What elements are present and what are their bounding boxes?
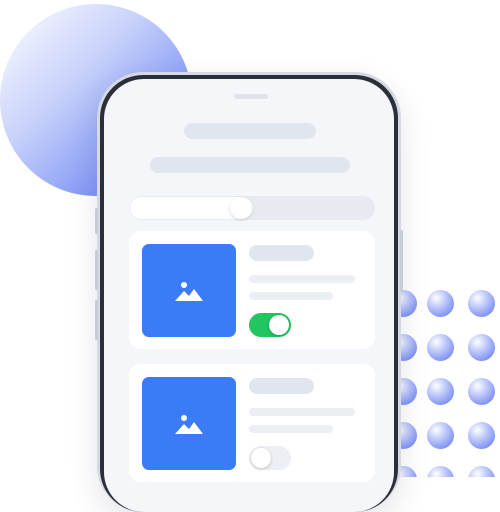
- decorative-dot: [427, 290, 454, 317]
- phone-volume-down-button: [95, 300, 98, 340]
- card-title-placeholder: [249, 245, 314, 261]
- card-toggle-switch[interactable]: [249, 313, 291, 337]
- phone-bezel: [100, 75, 398, 512]
- phone-speaker: [234, 94, 268, 99]
- phone-power-button: [400, 230, 403, 292]
- decorative-dot: [427, 422, 454, 449]
- decorative-dot: [468, 466, 495, 477]
- card-text-line-placeholder: [249, 292, 333, 300]
- phone-mockup: [95, 72, 403, 512]
- list-card[interactable]: [129, 364, 375, 482]
- page-subtitle-placeholder: [150, 157, 350, 173]
- decorative-dot: [427, 334, 454, 361]
- image-placeholder-icon: [175, 414, 203, 434]
- phone-screen: [104, 79, 394, 512]
- card-image: [142, 244, 236, 337]
- phone-volume-up-button: [95, 250, 98, 290]
- toggle-knob: [269, 315, 289, 335]
- list-card[interactable]: [129, 231, 375, 349]
- toggle-knob: [251, 448, 271, 468]
- phone-side-button: [95, 208, 98, 234]
- image-placeholder-icon: [175, 281, 203, 301]
- card-text-line-placeholder: [249, 425, 333, 433]
- card-text-line-placeholder: [249, 408, 355, 416]
- card-toggle-switch[interactable]: [249, 446, 291, 470]
- card-title-placeholder: [249, 378, 314, 394]
- card-text-line-placeholder: [249, 275, 355, 283]
- segmented-slider-thumb[interactable]: [230, 197, 252, 219]
- card-image: [142, 377, 236, 470]
- decorative-dot: [427, 466, 454, 477]
- decorative-dot: [468, 422, 495, 449]
- decorative-dot-grid: [396, 283, 500, 477]
- decorative-dot: [468, 378, 495, 405]
- segmented-slider[interactable]: [129, 196, 375, 220]
- decorative-dot: [427, 378, 454, 405]
- decorative-dot: [468, 334, 495, 361]
- page-title-placeholder: [184, 123, 316, 139]
- decorative-dot: [468, 290, 495, 317]
